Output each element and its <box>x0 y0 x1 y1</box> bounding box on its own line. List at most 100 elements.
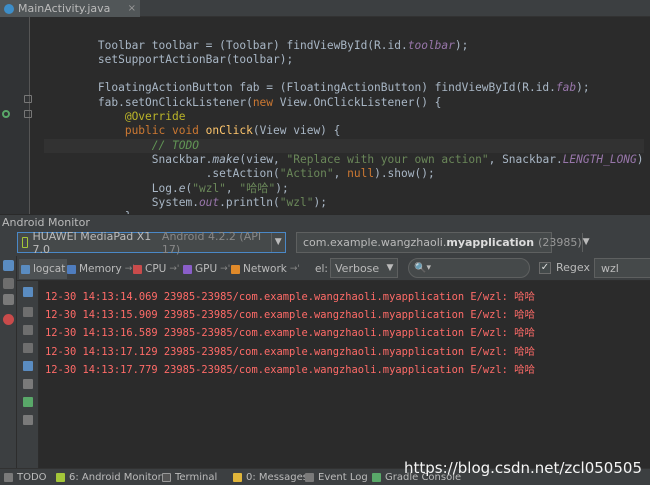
tool-window-messages[interactable]: 0: Messages <box>233 469 308 485</box>
expand-icon: →' <box>289 264 300 274</box>
terminal-label: Terminal <box>175 471 218 483</box>
screen-record-icon[interactable] <box>3 278 14 289</box>
soft-wrap-icon[interactable] <box>23 361 33 371</box>
tool-window-todo[interactable]: TODO <box>4 469 47 485</box>
fold-marker-icon[interactable] <box>24 110 32 118</box>
tool-window-event-log[interactable]: Event Log <box>305 469 368 485</box>
editor-gutter <box>0 17 32 214</box>
logcat-output[interactable]: 12-30 14:13:14.069 23985-23985/com.examp… <box>39 281 650 468</box>
device-detail: Android 4.2.2 (API 17) <box>161 229 262 256</box>
network-icon <box>231 264 240 274</box>
code-line: public void onClick(View view) { <box>124 124 341 138</box>
code-line: setSupportActionBar(toolbar); <box>97 52 294 66</box>
tab-memory[interactable]: Memory →' <box>65 259 137 279</box>
android-monitor-header: Android Monitor <box>0 214 650 230</box>
tab-cpu[interactable]: CPU →' <box>131 259 181 279</box>
system-info-icon[interactable] <box>3 294 14 305</box>
regex-toggle[interactable]: ✓ Regex <box>539 261 590 274</box>
log-search-box[interactable]: 🔍 ▾ <box>408 258 530 278</box>
log-level-value: Verbose <box>335 261 380 275</box>
process-name: myapplication <box>446 236 535 249</box>
gradle-icon <box>372 472 381 482</box>
override-marker-icon[interactable] <box>2 110 10 118</box>
expand-icon: →' <box>169 264 180 274</box>
watermark: https://blog.csdn.net/zcl050505 <box>403 459 642 477</box>
process-select[interactable]: com.example.wangzhaoli. myapplication (23… <box>296 232 590 253</box>
terminate-app-icon[interactable] <box>3 314 14 325</box>
process-prefix: com.example.wangzhaoli. <box>303 236 447 249</box>
messages-icon <box>233 472 242 482</box>
chevron-down-icon[interactable]: ▼ <box>581 233 590 252</box>
android-monitor-title: Android Monitor <box>2 216 90 229</box>
device-bar: HUAWEI MediaPad X1 7.0 Android 4.2.2 (AP… <box>0 230 650 256</box>
camera-icon[interactable] <box>3 260 14 271</box>
log-filter-input[interactable] <box>594 258 650 278</box>
code-editor[interactable]: Toolbar toolbar = (Toolbar) findViewById… <box>0 17 650 214</box>
code-line: FloatingActionButton fab = (FloatingActi… <box>97 81 590 95</box>
tab-network[interactable]: Network →' <box>229 259 302 279</box>
settings-icon[interactable] <box>23 415 33 425</box>
todo-icon <box>4 472 13 482</box>
regex-checkbox[interactable]: ✓ <box>539 261 551 274</box>
todo-label: TODO <box>17 471 47 483</box>
code-line: Toolbar toolbar = (Toolbar) findViewById… <box>97 38 469 52</box>
logcat-side-toolbar <box>17 281 39 468</box>
clear-log-icon[interactable] <box>23 287 33 297</box>
chevron-down-icon[interactable]: ▼ <box>383 263 397 273</box>
cpu-icon <box>133 264 142 274</box>
logcat-icon <box>21 264 30 274</box>
memory-icon <box>67 264 76 274</box>
terminal-icon <box>162 472 171 482</box>
monitor-side-toolbar <box>0 256 17 468</box>
fold-marker-icon[interactable] <box>24 95 32 103</box>
java-file-icon <box>4 3 14 14</box>
log-line[interactable]: 12-30 14:13:17.779 23985-23985/com.examp… <box>45 361 650 379</box>
code-line: // TODO <box>44 138 644 153</box>
editor-tab-mainactivity[interactable]: MainActivity.java × <box>0 0 140 17</box>
code-line: fab.setOnClickListener(new View.OnClickL… <box>97 95 442 109</box>
arrow-down-icon[interactable] <box>23 343 33 353</box>
scroll-to-end-icon[interactable] <box>23 307 33 317</box>
log-level-label: el: <box>315 263 328 275</box>
regex-label: Regex <box>556 261 590 274</box>
log-line[interactable]: 12-30 14:13:16.589 23985-23985/com.examp… <box>45 324 650 342</box>
print-icon[interactable] <box>23 379 33 389</box>
tab-cpu-label: CPU <box>145 263 167 275</box>
event-log-icon <box>305 472 314 482</box>
code-line: Snackbar.make(view, "Replace with your o… <box>151 152 644 166</box>
log-line[interactable]: 12-30 14:13:15.909 23985-23985/com.examp… <box>45 306 650 324</box>
tab-network-label: Network <box>243 263 287 275</box>
tool-window-terminal[interactable]: Terminal <box>162 469 217 485</box>
code-line: @Override <box>124 110 186 124</box>
search-icon[interactable]: 🔍 <box>414 263 426 274</box>
editor-tab-label: MainActivity.java <box>18 2 111 15</box>
monitor-tool-tabs: logcat Memory →' CPU →' GPU →' Network →… <box>17 256 650 281</box>
close-tab-icon[interactable]: × <box>128 3 136 14</box>
code-text[interactable]: Toolbar toolbar = (Toolbar) findViewById… <box>44 17 644 214</box>
code-line: Log.e("wzl", "哈哈"); <box>151 181 289 195</box>
code-line: System.out.println("wzl"); <box>151 195 327 209</box>
messages-label: 0: Messages <box>246 471 308 483</box>
tab-gpu[interactable]: GPU →' <box>181 259 232 279</box>
tab-logcat[interactable]: logcat <box>19 259 68 279</box>
tab-gpu-label: GPU <box>195 263 218 275</box>
android-icon <box>56 472 65 482</box>
chevron-down-icon[interactable]: ▼ <box>270 233 285 252</box>
log-line[interactable]: 12-30 14:13:17.129 23985-23985/com.examp… <box>45 343 650 361</box>
search-options-icon[interactable]: ▾ <box>426 263 431 273</box>
tool-window-android-monitor[interactable]: 6: Android Monitor <box>56 469 162 485</box>
arrow-up-icon[interactable] <box>23 325 33 335</box>
restart-icon[interactable] <box>23 397 33 407</box>
tab-memory-label: Memory <box>79 263 122 275</box>
device-select[interactable]: HUAWEI MediaPad X1 7.0 Android 4.2.2 (AP… <box>17 229 286 256</box>
log-search-input[interactable] <box>434 261 525 275</box>
android-device-icon <box>22 237 29 248</box>
log-level-select[interactable]: Verbose ▼ <box>330 258 398 278</box>
event-log-label: Event Log <box>318 471 368 483</box>
process-pid: (23985) <box>538 236 582 249</box>
code-line: .setAction("Action", null).show(); <box>205 167 435 181</box>
gpu-icon <box>183 264 192 274</box>
log-line[interactable]: 12-30 14:13:14.069 23985-23985/com.examp… <box>45 288 650 306</box>
editor-tab-bar: MainActivity.java × <box>0 0 650 17</box>
